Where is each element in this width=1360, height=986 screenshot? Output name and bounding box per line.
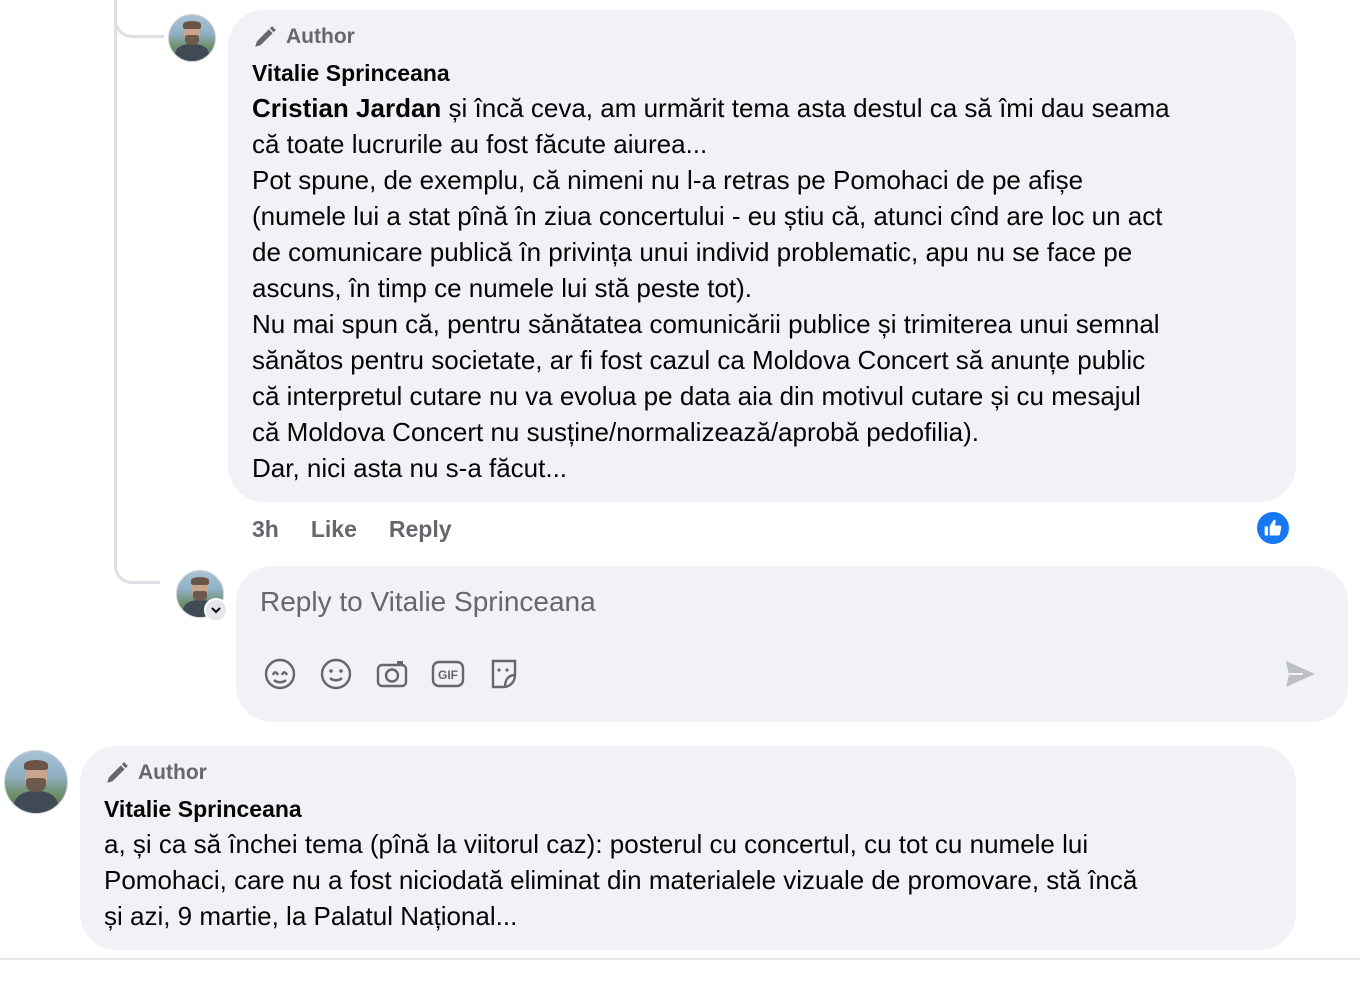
- author-badge-label: Author: [138, 761, 207, 784]
- pencil-icon: [255, 26, 276, 47]
- camera-icon[interactable]: [375, 657, 409, 691]
- mention-link[interactable]: Cristian Jardan: [252, 93, 441, 123]
- send-icon[interactable]: [1283, 657, 1317, 691]
- author-badge: Author: [104, 760, 207, 786]
- sticker-icon[interactable]: [487, 657, 521, 691]
- comment-body: a, și ca să închei tema (pînă la viitoru…: [104, 829, 1138, 931]
- avatar[interactable]: [168, 14, 216, 62]
- divider: [0, 958, 1360, 960]
- emoji-icon[interactable]: [319, 657, 353, 691]
- reply-placeholder: Reply to Vitalie Sprinceana: [260, 586, 596, 617]
- author-badge-label: Author: [286, 25, 355, 48]
- like-button[interactable]: Like: [311, 516, 357, 543]
- svg-text:GIF: GIF: [438, 668, 458, 682]
- comment-actions: 3h Like Reply: [252, 516, 452, 543]
- gif-icon[interactable]: GIF: [431, 657, 465, 691]
- comment-author-name[interactable]: Vitalie Sprinceana: [104, 796, 302, 823]
- pencil-icon: [107, 762, 128, 783]
- timestamp[interactable]: 3h: [252, 516, 279, 543]
- reply-button[interactable]: Reply: [389, 516, 452, 543]
- like-reaction-badge[interactable]: [1255, 510, 1291, 546]
- avatar[interactable]: [4, 750, 68, 814]
- chevron-down-icon[interactable]: [204, 598, 228, 622]
- avatar-sticker-icon[interactable]: [263, 657, 297, 691]
- comment-text: Cristian Jardan și încă ceva, am urmărit…: [252, 90, 1282, 486]
- comment-author-name[interactable]: Vitalie Sprinceana: [252, 60, 450, 87]
- comment-body: și încă ceva, am urmărit tema asta destu…: [252, 93, 1170, 483]
- author-badge: Author: [252, 24, 355, 50]
- thumbs-up-icon: [1264, 519, 1282, 536]
- thread-connector: [114, 0, 160, 584]
